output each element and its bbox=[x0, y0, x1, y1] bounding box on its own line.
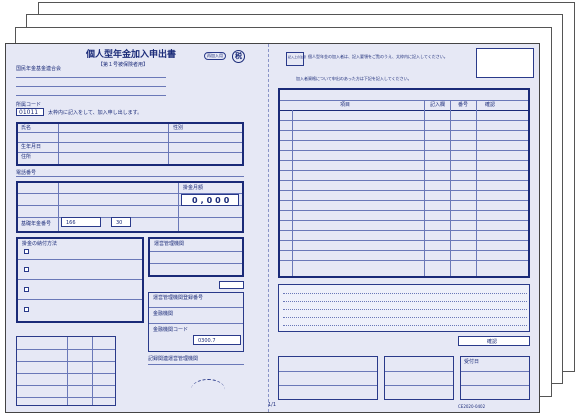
institution-block: 運営管理機関登録番号 金融機関 金融機関コード 0300.7 bbox=[148, 292, 244, 352]
footer-box-1 bbox=[278, 356, 378, 400]
round-seal-area bbox=[191, 379, 225, 400]
footer-box-2 bbox=[384, 356, 454, 400]
selection-box bbox=[219, 281, 244, 289]
payment-checkbox-3[interactable] bbox=[24, 287, 29, 292]
list-header-item: 項目 bbox=[340, 102, 351, 108]
payment-block: 掛金の納付方法 bbox=[16, 237, 144, 323]
right-header-label: 記入上の注意 bbox=[286, 52, 306, 66]
fund-code-label: 運営管理機関登録番号 bbox=[153, 295, 204, 301]
right-note-2: 加入者資格について申出のあった方は下記を記入してください。 bbox=[296, 76, 412, 81]
pension-no-box: 166 bbox=[61, 217, 101, 227]
name-label: 氏名 bbox=[21, 125, 32, 131]
list-header-c: 確認 bbox=[485, 102, 496, 108]
right-stamp-box bbox=[476, 48, 534, 78]
footer-label: 受付日 bbox=[464, 359, 480, 365]
contribution-label: 掛金の納付方法 bbox=[22, 241, 58, 247]
tax-stamp: 税 bbox=[232, 50, 245, 63]
fund-label: 運営管理機関 bbox=[154, 241, 185, 247]
pension-application-form: 個人型年金加入申出書 【第１号被保険者用】 再加入用 税 国民年金基金連合会 所… bbox=[5, 43, 540, 413]
notes-block bbox=[278, 284, 530, 332]
footer-code: CE2020-0402 bbox=[458, 404, 486, 409]
payment-checkbox-2[interactable] bbox=[24, 267, 29, 272]
checklist-block bbox=[16, 336, 116, 406]
recipient-label: 国民年金基金連合会 bbox=[16, 66, 62, 72]
institution-label: 金融機関 bbox=[153, 311, 174, 317]
institution-value-box: 0300.7 bbox=[193, 335, 241, 345]
amount-value-box: 0,000 bbox=[181, 194, 239, 206]
footer-box-3: 受付日 bbox=[460, 356, 530, 400]
list-header-a: 記入欄 bbox=[430, 102, 446, 108]
right-note: 個人型年金の加入者は、記入要領をご覧のうえ、太枠内に記入してください。 bbox=[308, 54, 448, 59]
form-title: 個人型年金加入申出書 bbox=[86, 50, 177, 60]
reentry-badge: 再加入用 bbox=[204, 52, 226, 60]
amount-label: 掛金月額 bbox=[183, 185, 204, 191]
instruction-text: 太枠内に記入をして、加入申し出します。 bbox=[48, 110, 143, 116]
list-header-b: 番号 bbox=[458, 102, 469, 108]
record-list-table: 項目 記入欄 番号 確認 bbox=[278, 88, 530, 278]
gender-label: 性別 bbox=[173, 125, 184, 131]
payment-checkbox-1[interactable] bbox=[24, 249, 29, 254]
page-number: 1/1 bbox=[268, 402, 277, 408]
fund-block: 運営管理機関 bbox=[148, 237, 244, 277]
institution-code-label: 金融機関コード bbox=[153, 327, 189, 333]
address-label: 住所 bbox=[21, 154, 32, 160]
bank-label: 記録関連運営管理機関 bbox=[148, 356, 199, 362]
pension-no-label: 基礎年金番号 bbox=[21, 221, 52, 227]
thirty-box: 30 bbox=[111, 217, 131, 227]
birth-label: 生年月日 bbox=[21, 144, 42, 150]
code-box: 01011 bbox=[16, 108, 44, 116]
confirm-box: 確認 bbox=[458, 336, 530, 346]
page-divider bbox=[268, 44, 269, 412]
form-subtitle: 【第１号被保険者用】 bbox=[98, 62, 149, 68]
applicant-block: 氏名 性別 生年月日 住所 bbox=[16, 122, 244, 166]
payment-checkbox-4[interactable] bbox=[24, 307, 29, 312]
